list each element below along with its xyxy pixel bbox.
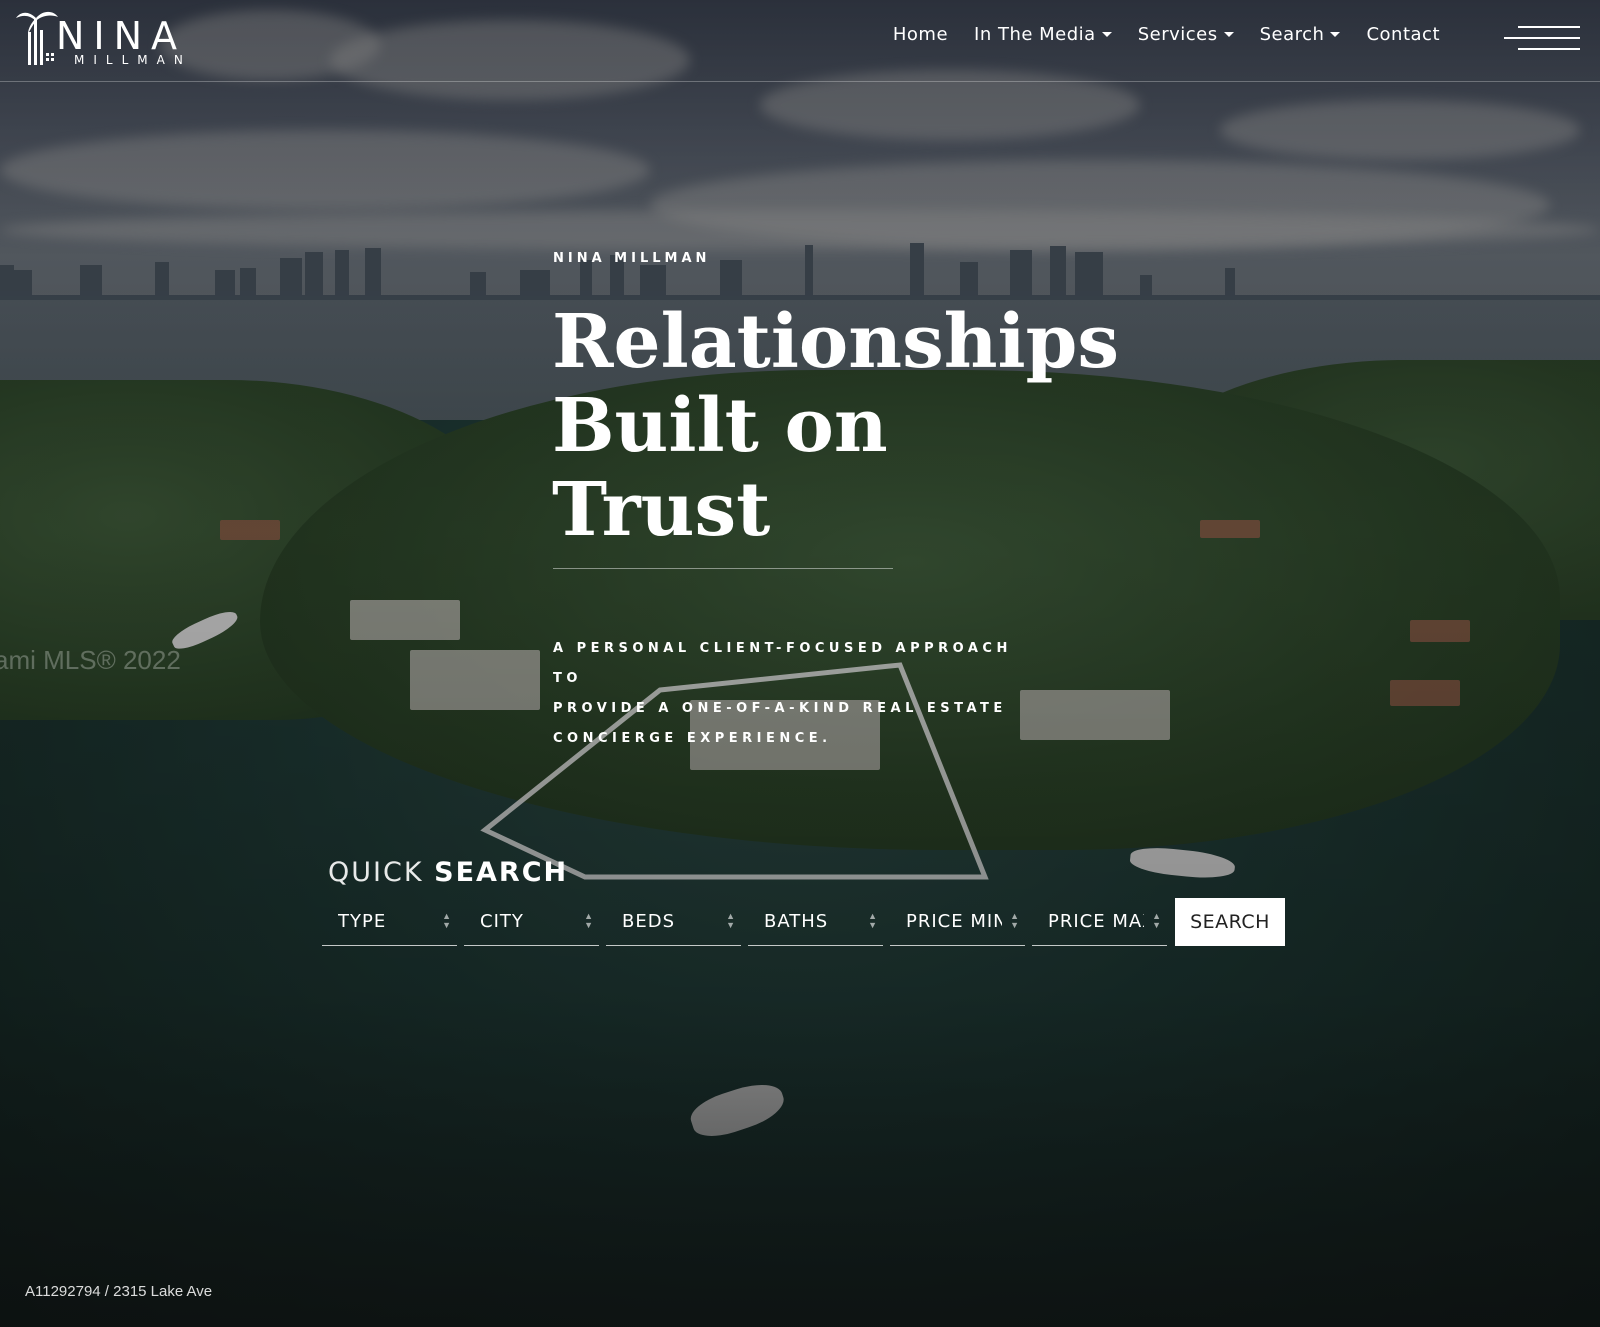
headline-line: Built on bbox=[552, 383, 888, 469]
palm-tree-icon bbox=[16, 11, 58, 65]
site-header: NINA MILLMAN Home In The Media Services … bbox=[0, 0, 1600, 82]
select-label: PRICE MIN bbox=[906, 911, 1002, 932]
price-max-select[interactable]: PRICE MAX ▲▼ bbox=[1032, 898, 1167, 946]
hero-headline: Relationships Built on Trust bbox=[552, 299, 1120, 553]
select-arrows-icon: ▲ ▼ bbox=[1010, 911, 1019, 930]
hero-divider bbox=[553, 568, 893, 569]
select-arrows-icon: ▲ ▼ bbox=[726, 911, 735, 930]
headline-line: Trust bbox=[552, 467, 771, 553]
nav-services[interactable]: Services bbox=[1138, 24, 1234, 45]
main-nav: Home In The Media Services Search Contac… bbox=[893, 24, 1440, 45]
chevron-down-icon bbox=[1330, 32, 1341, 37]
nav-label: Search bbox=[1259, 24, 1325, 45]
search-button[interactable]: SEARCH bbox=[1175, 898, 1285, 946]
nav-label: Contact bbox=[1366, 24, 1440, 45]
nav-home[interactable]: Home bbox=[893, 24, 948, 45]
select-label: BEDS bbox=[622, 911, 676, 932]
city-select[interactable]: CITY ▲ ▼ bbox=[464, 898, 599, 946]
select-label: BATHS bbox=[764, 911, 829, 932]
select-arrows-icon: ▲ ▼ bbox=[584, 911, 593, 930]
select-label: TYPE bbox=[338, 911, 387, 932]
hero-eyebrow: NINA MILLMAN bbox=[553, 251, 711, 266]
chevron-down-icon bbox=[1223, 32, 1234, 37]
nav-in-the-media[interactable]: In The Media bbox=[974, 24, 1112, 45]
brand-subname: MILLMAN bbox=[74, 53, 192, 67]
brand-logo[interactable]: NINA MILLMAN bbox=[16, 8, 192, 70]
listing-caption: A11292794 / 2315 Lake Ave bbox=[25, 1283, 213, 1300]
select-arrows-icon: ▲ ▼ bbox=[868, 911, 877, 930]
quick-search-title-light: QUICK bbox=[328, 857, 424, 888]
beds-select[interactable]: BEDS ▲ ▼ bbox=[606, 898, 741, 946]
mls-watermark: ami MLS® 2022 bbox=[0, 645, 181, 675]
nav-contact[interactable]: Contact bbox=[1366, 24, 1440, 45]
select-label: CITY bbox=[480, 911, 524, 932]
tagline-line: A PERSONAL CLIENT-FOCUSED APPROACH TO bbox=[553, 641, 1012, 686]
hamburger-menu-icon[interactable] bbox=[1504, 26, 1580, 52]
headline-line: Relationships bbox=[552, 299, 1120, 385]
nav-label: In The Media bbox=[974, 24, 1096, 45]
nav-label: Services bbox=[1137, 24, 1218, 45]
price-min-select[interactable]: PRICE MIN ▲ ▼ bbox=[890, 898, 1025, 946]
nav-label: Home bbox=[892, 24, 949, 45]
type-select[interactable]: TYPE ▲ ▼ bbox=[322, 898, 457, 946]
quick-search-title: QUICK SEARCH bbox=[328, 857, 568, 888]
quick-search-title-bold: SEARCH bbox=[434, 857, 569, 888]
quick-search-form: TYPE ▲ ▼ CITY ▲ ▼ BEDS ▲ ▼ BATHS ▲ ▼ PRICE M… bbox=[322, 898, 1285, 946]
nav-search[interactable]: Search bbox=[1260, 24, 1341, 45]
hero-tagline: A PERSONAL CLIENT-FOCUSED APPROACH TO PR… bbox=[553, 634, 1023, 754]
select-arrows-icon: ▲ ▼ bbox=[442, 911, 451, 930]
chevron-down-icon bbox=[1101, 32, 1112, 37]
brand-name: NINA bbox=[56, 14, 187, 58]
baths-select[interactable]: BATHS ▲ ▼ bbox=[748, 898, 883, 946]
tagline-line: PROVIDE A ONE-OF-A-KIND REAL ESTATE bbox=[553, 701, 1007, 716]
tagline-line: CONCIERGE EXPERIENCE. bbox=[553, 731, 832, 746]
select-arrows-icon: ▲ ▼ bbox=[1152, 911, 1161, 930]
select-label: PRICE MAX bbox=[1048, 911, 1144, 932]
